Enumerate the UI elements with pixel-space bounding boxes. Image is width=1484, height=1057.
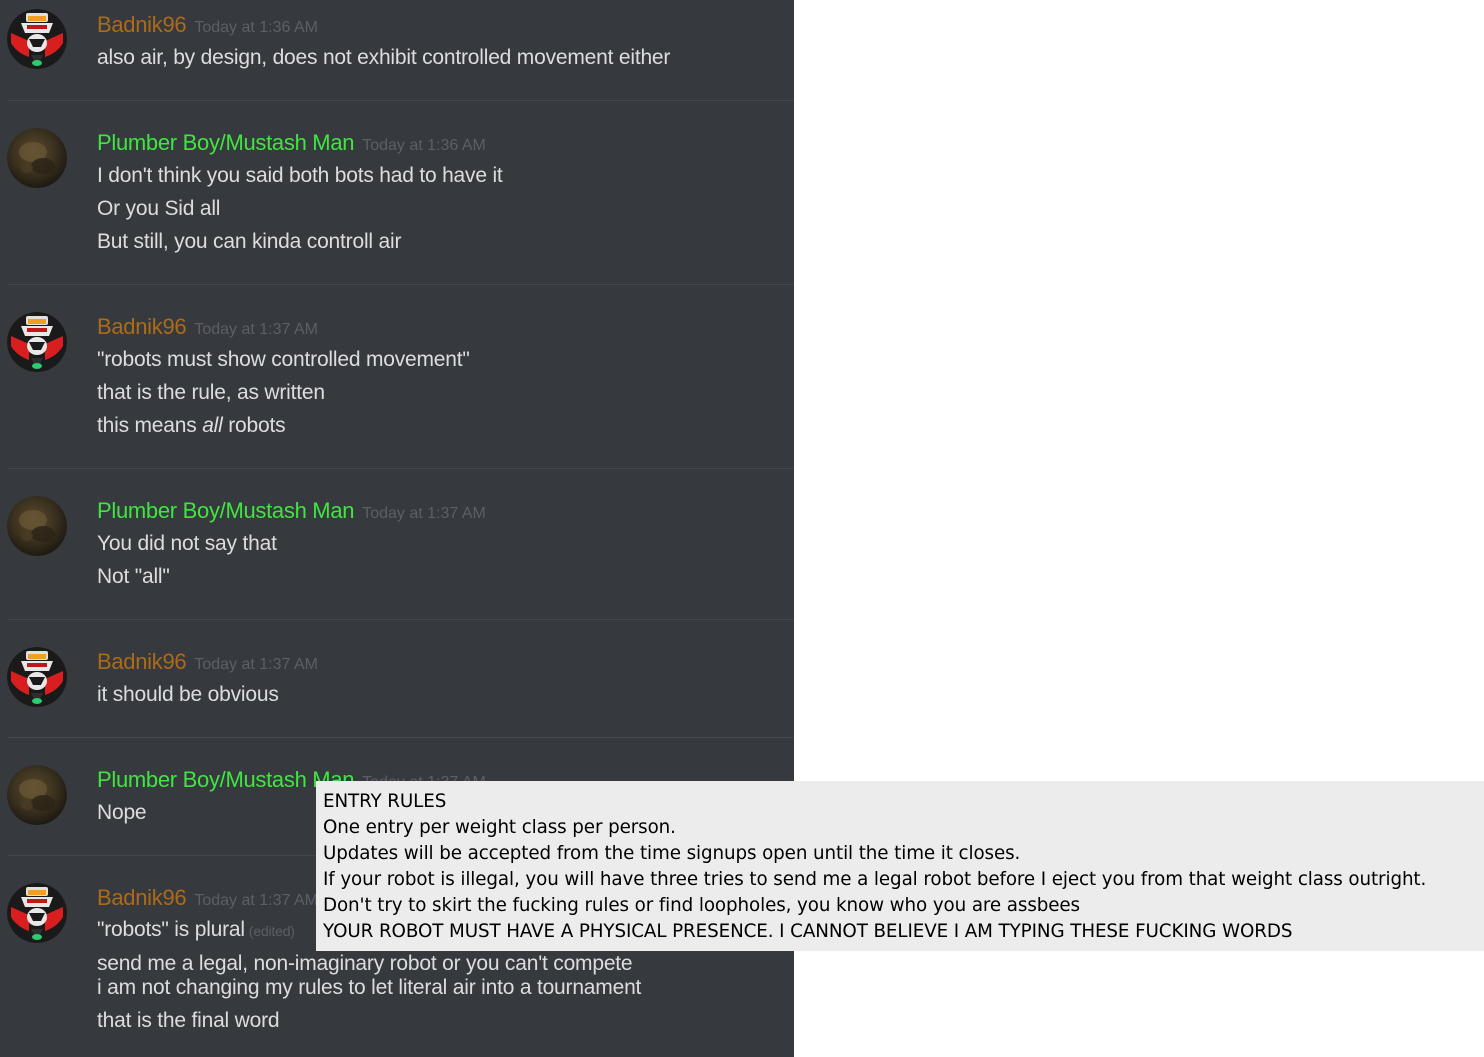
message-group: Badnik96 Today at 1:37 AM it should be ob…	[0, 620, 794, 737]
edited-label: (edited)	[248, 923, 295, 939]
emphasis-italic: all	[202, 414, 223, 437]
timestamp: Today at 1:37 AM	[194, 321, 318, 338]
username[interactable]: Plumber Boy/Mustash Man	[97, 498, 355, 523]
plumber-avatar-icon[interactable]	[7, 128, 67, 188]
rule-line: Don't try to skirt the fucking rules or …	[323, 895, 1080, 916]
emphasis-before: this means	[97, 414, 203, 437]
timestamp: Today at 1:37 AM	[194, 892, 318, 909]
message-line: this means all robots	[97, 414, 286, 438]
message-group: Plumber Boy/Mustash ManToday at 1:37 AM …	[0, 469, 794, 619]
message-line: also air, by design, does not exhibit co…	[97, 46, 671, 69]
timestamp: Today at 1:36 AM	[362, 137, 486, 154]
message-line: But still, you can kinda controll air	[97, 230, 402, 253]
rule-line: YOUR ROBOT MUST HAVE A PHYSICAL PRESENCE…	[323, 921, 1293, 942]
message-group: Badnik96 Today at 1:36 AM also air, by de…	[0, 0, 794, 101]
username[interactable]: Badnik96	[97, 649, 187, 674]
message-line: You did not say that	[97, 532, 277, 555]
badnik-avatar-icon[interactable]	[7, 312, 67, 372]
message-line: "robots" is plural (edited)	[97, 918, 295, 942]
rule-line: If your robot is illegal, you will have …	[323, 869, 1427, 890]
username[interactable]: Badnik96	[97, 885, 187, 910]
message-header: Badnik96 Today at 1:37 AM	[97, 314, 318, 340]
message-line: "robots must show controlled movement"	[97, 348, 470, 371]
message-text: "robots" is plural	[97, 918, 245, 941]
message-line: that is the final word	[97, 1009, 280, 1032]
message-line: i am not changing my rules to let litera…	[97, 976, 642, 999]
message-line: I don't think you said both bots had to …	[97, 164, 503, 187]
badnik-avatar-icon[interactable]	[7, 647, 67, 707]
rule-line: One entry per weight class per person.	[323, 817, 676, 838]
entry-rules-box: ENTRY RULES One entry per weight class p…	[316, 781, 1484, 951]
message-line: Or you Sid all	[97, 197, 221, 220]
message-header: Badnik96 Today at 1:37 AM	[97, 885, 318, 911]
emphasis-after: robots	[222, 414, 286, 437]
message-group: Plumber Boy/Mustash Man Today at 1:36 AM …	[0, 101, 794, 284]
message-header: Plumber Boy/Mustash Man Today at 1:36 AM	[97, 130, 486, 156]
badnik-avatar-icon[interactable]	[7, 9, 67, 69]
message-header: Plumber Boy/Mustash Man Today at 1:37 AM	[97, 498, 486, 524]
message-line: Not "all"	[97, 565, 170, 588]
message-line: Nope	[97, 801, 147, 824]
plumber-avatar-icon[interactable]	[7, 765, 67, 825]
rule-line: Updates will be accepted from the time s…	[323, 843, 1021, 864]
message-header: Badnik96 Today at 1:36 AM	[97, 12, 318, 38]
rules-title: ENTRY RULES	[323, 791, 447, 812]
message-line: it should be obvious	[97, 683, 279, 706]
badnik-avatar-icon[interactable]	[7, 883, 67, 943]
plumber-avatar-icon[interactable]	[7, 496, 67, 556]
username[interactable]: Plumber Boy/Mustash Man	[97, 130, 355, 155]
message-line: that is the rule, as written	[97, 381, 325, 404]
username[interactable]: Badnik96	[97, 314, 187, 339]
timestamp: Today at 1:37 AM	[194, 656, 318, 673]
username[interactable]: Badnik96	[97, 12, 187, 37]
message-line: send me a legal, non-imaginary robot or …	[97, 952, 633, 975]
message-header: Badnik96 Today at 1:37 AM	[97, 649, 318, 675]
timestamp: Today at 1:37 AM	[362, 505, 486, 522]
timestamp: Today at 1:36 AM	[194, 19, 318, 36]
message-group: Badnik96 Today at 1:37 AM "robots must sh…	[0, 285, 794, 468]
